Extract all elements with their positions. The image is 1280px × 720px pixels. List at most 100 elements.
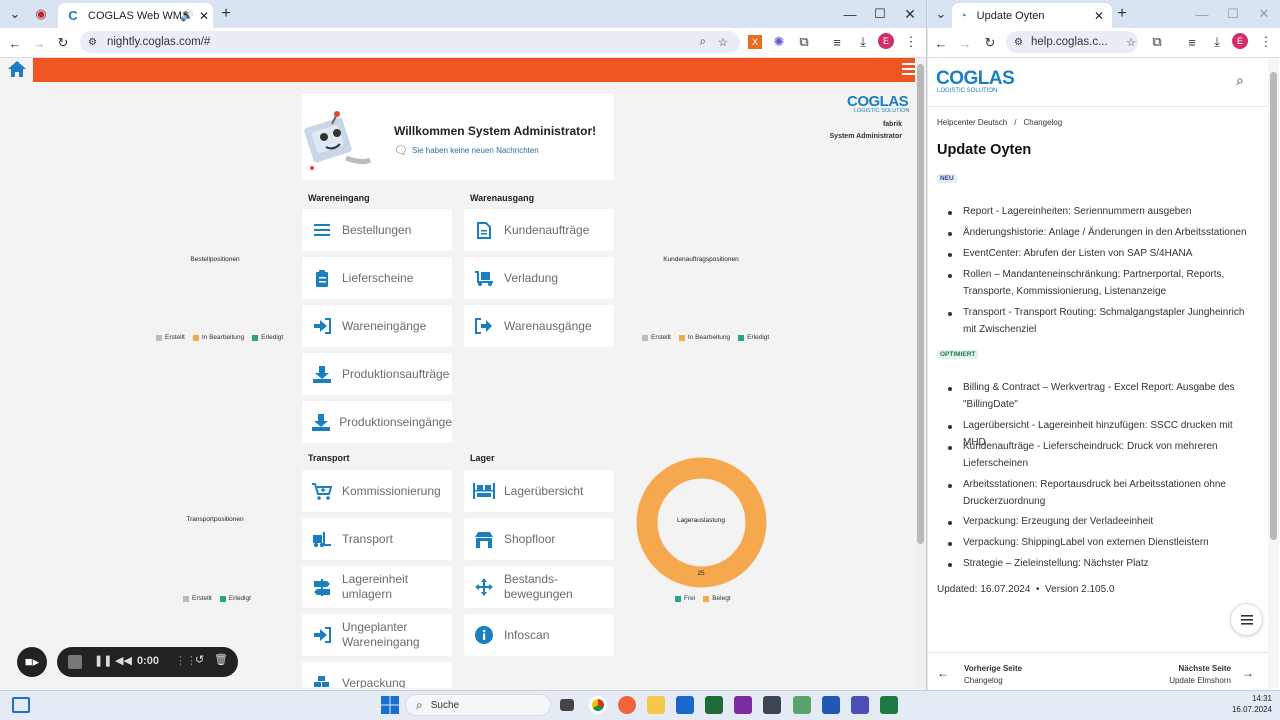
minimize-icon[interactable]: —	[839, 3, 861, 25]
extension-icon[interactable]: X	[748, 35, 762, 49]
help-search-icon[interactable]: ⌕	[1236, 72, 1244, 89]
tile-lagereinheit-umlagern[interactable]: Lagereinheit umlagern	[302, 566, 452, 608]
left-scrollbar-thumb[interactable]	[917, 64, 924, 544]
site-info-icon[interactable]: ⚙	[88, 37, 97, 48]
tab-update-oyten[interactable]: ◔ Update Oyten ✕	[952, 3, 1112, 28]
restart-icon[interactable]: ↺	[195, 653, 204, 666]
tile-verladung[interactable]: Verladung	[464, 257, 614, 299]
media-control-icon[interactable]: ≡	[826, 31, 848, 53]
prev-arrow-icon[interactable]: ←	[937, 666, 949, 680]
audio-icon[interactable]: 🔊	[180, 9, 194, 22]
terminal-icon[interactable]	[705, 696, 723, 714]
maximize-icon[interactable]: ☐	[1222, 3, 1244, 25]
tile-lageruebersicht[interactable]: Lagerübersicht	[464, 470, 614, 512]
tile-infoscan[interactable]: Infoscan	[464, 614, 614, 656]
outlook-icon[interactable]	[676, 696, 694, 714]
download-icon[interactable]: ⤓	[852, 31, 874, 53]
tab-search-icon[interactable]: ⌄	[930, 3, 952, 25]
back-icon[interactable]: ←	[930, 32, 952, 54]
home-icon[interactable]	[6, 59, 30, 81]
reload-icon[interactable]: ↻	[52, 32, 74, 54]
bullet	[948, 563, 952, 567]
profile-avatar[interactable]: E	[878, 33, 894, 49]
next-arrow-icon[interactable]: →	[1242, 666, 1254, 680]
extensions-puzzle-icon[interactable]: ⧉	[1146, 31, 1168, 53]
download-icon[interactable]: ⤓	[1206, 31, 1228, 53]
bookmark-star-icon[interactable]: ☆	[1126, 36, 1136, 49]
browser-menu-icon[interactable]: ⋮	[1255, 31, 1277, 53]
tile-verpackung[interactable]: Verpackung	[302, 662, 452, 688]
breadcrumb-changelog[interactable]: Changelog	[1024, 118, 1063, 127]
camera-toggle-icon[interactable]: ■▸	[17, 647, 47, 677]
pause-icon[interactable]: ❚❚	[94, 654, 112, 667]
stop-icon[interactable]	[68, 655, 82, 669]
tile-shopfloor[interactable]: Shopfloor	[464, 518, 614, 560]
tile-lieferscheine[interactable]: Lieferscheine	[302, 257, 452, 299]
task-view-icon[interactable]	[560, 699, 574, 711]
forward-icon[interactable]: →	[28, 32, 50, 54]
tile-kommissionierung[interactable]: Kommissionierung	[302, 470, 452, 512]
tab-search-icon[interactable]: ⌄	[4, 3, 26, 25]
next-page-label[interactable]: Nächste Seite	[1150, 664, 1231, 673]
bookmark-star-icon[interactable]: ☆	[718, 35, 728, 49]
minimize-icon[interactable]: —	[1191, 3, 1213, 25]
word-icon[interactable]	[822, 696, 840, 714]
rewind-icon[interactable]: ◀◀	[115, 654, 132, 667]
new-tab-icon[interactable]: +	[1111, 3, 1133, 25]
tile-produktionsauftraege[interactable]: Produktionsaufträge	[302, 353, 452, 395]
recording-icon[interactable]: ◉	[30, 3, 52, 25]
messages-link[interactable]: Sie haben keine neuen Nachrichten	[412, 146, 539, 155]
left-scrollbar-track[interactable]	[915, 58, 926, 688]
close-window-icon[interactable]: ✕	[1253, 3, 1275, 25]
grid-icon[interactable]: ⋮⋮	[175, 654, 197, 667]
teams-icon[interactable]	[851, 696, 869, 714]
tab-close-icon[interactable]: ✕	[199, 9, 209, 23]
tile-bestellungen[interactable]: Bestellungen	[302, 209, 452, 251]
browser-menu-icon[interactable]: ⋮	[900, 31, 922, 53]
tile-produktionseingaenge[interactable]: Produktionseingänge	[302, 401, 452, 443]
site-info-icon[interactable]: ⚙	[1014, 37, 1023, 48]
reload-icon[interactable]: ↻	[979, 32, 1001, 54]
excel-icon[interactable]	[880, 696, 898, 714]
vpn-icon[interactable]	[763, 696, 781, 714]
help-logo[interactable]: COGLAS	[936, 68, 1015, 90]
network-tool-icon[interactable]	[793, 696, 811, 714]
file-explorer-icon[interactable]	[647, 696, 665, 714]
tab-coglas-wms[interactable]: C COGLAS Web WMS 🔊 ✕	[58, 3, 213, 28]
toc-menu-icon[interactable]	[1230, 603, 1263, 636]
close-window-icon[interactable]: ✕	[899, 3, 921, 25]
chrome-icon[interactable]	[589, 696, 607, 714]
right-scrollbar-track[interactable]	[1268, 58, 1279, 688]
bullet	[948, 232, 952, 236]
address-bar[interactable]: ⚙ help.coglas.c... ☆	[1006, 31, 1138, 53]
trash-icon[interactable]: 🗑	[214, 653, 228, 666]
tile-bestandsbewegungen[interactable]: Bestands-bewegungen	[464, 566, 614, 608]
widgets-icon[interactable]	[12, 697, 30, 713]
windows-start-icon[interactable]	[381, 696, 399, 714]
new-tab-icon[interactable]: +	[215, 3, 237, 25]
tile-wareneingaenge[interactable]: Wareneingänge	[302, 305, 452, 347]
tile-warenausgaenge[interactable]: Warenausgänge	[464, 305, 614, 347]
taskbar-search[interactable]: ⌕ Suche	[405, 694, 551, 716]
breadcrumb-helpcenter[interactable]: Helpcenter Deutsch	[937, 118, 1007, 127]
clock[interactable]: 14:31 16.07.2024	[1222, 693, 1272, 715]
firefox-icon[interactable]	[618, 696, 636, 714]
onenote-icon[interactable]	[734, 696, 752, 714]
prev-page-name[interactable]: Changelog	[964, 676, 1003, 685]
tile-transport[interactable]: Transport	[302, 518, 452, 560]
zoom-icon[interactable]: ⌕	[700, 36, 706, 49]
prev-page-label[interactable]: Vorherige Seite	[964, 664, 1022, 673]
back-icon[interactable]: ←	[4, 32, 26, 54]
address-bar[interactable]: ⚙ nightly.coglas.com/# ⌕ ☆	[80, 31, 740, 53]
extension-gear-icon[interactable]: ✺	[768, 31, 790, 53]
next-page-name[interactable]: Update Elmshorn	[1150, 676, 1231, 685]
tile-kundenauftraege[interactable]: Kundenaufträge	[464, 209, 614, 251]
maximize-icon[interactable]: ☐	[869, 3, 891, 25]
extensions-puzzle-icon[interactable]: ⧉	[793, 31, 815, 53]
media-control-icon[interactable]: ≡	[1181, 31, 1203, 53]
profile-avatar[interactable]: E	[1232, 33, 1248, 49]
tab-close-icon[interactable]: ✕	[1094, 9, 1104, 23]
tile-ungeplanter-wareneingang[interactable]: Ungeplanter Wareneingang	[302, 614, 452, 656]
right-scrollbar-thumb[interactable]	[1270, 72, 1277, 540]
forward-icon[interactable]: →	[954, 32, 976, 54]
